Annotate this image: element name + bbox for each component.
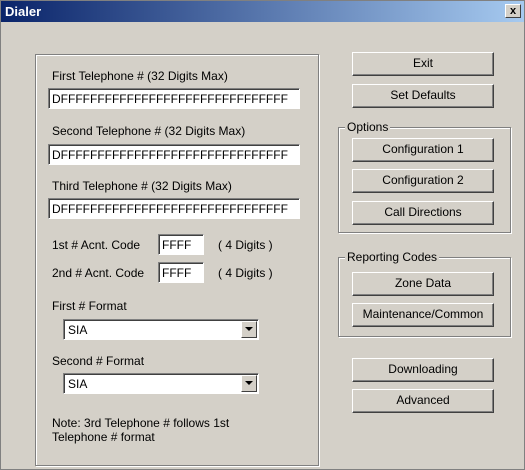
first-format-label: First # Format <box>52 299 127 313</box>
downloading-button[interactable]: Downloading <box>352 358 494 382</box>
second-account-code-input[interactable]: FFFF <box>158 262 204 283</box>
options-legend: Options <box>345 120 391 134</box>
second-format-value: SIA <box>68 377 88 391</box>
configuration-1-button[interactable]: Configuration 1 <box>352 138 494 162</box>
zone-data-button[interactable]: Zone Data <box>352 272 494 296</box>
second-telephone-input[interactable]: DFFFFFFFFFFFFFFFFFFFFFFFFFFFFFFF <box>48 144 300 165</box>
dialer-window: Dialer x First Telephone # (32 Digits Ma… <box>0 0 525 470</box>
title-bar[interactable]: Dialer x <box>1 1 524 22</box>
second-account-code-label: 2nd # Acnt. Code <box>52 266 145 280</box>
first-telephone-input[interactable]: DFFFFFFFFFFFFFFFFFFFFFFFFFFFFFFF <box>48 88 300 109</box>
first-account-code-hint: ( 4 Digits ) <box>218 238 273 252</box>
exit-button[interactable]: Exit <box>352 52 494 76</box>
advanced-button[interactable]: Advanced <box>352 389 494 413</box>
chevron-down-icon[interactable] <box>241 375 257 392</box>
first-format-select[interactable]: SIA <box>63 319 259 340</box>
window-title: Dialer <box>5 4 42 19</box>
third-telephone-label: Third Telephone # (32 Digits Max) <box>52 179 232 193</box>
telephone-settings-group <box>35 54 319 466</box>
close-button[interactable]: x <box>505 4 521 18</box>
chevron-down-icon[interactable] <box>241 321 257 338</box>
maintenance-common-button[interactable]: Maintenance/Common <box>352 303 494 327</box>
first-account-code-label: 1st # Acnt. Code <box>52 238 141 252</box>
set-defaults-button[interactable]: Set Defaults <box>352 84 494 108</box>
third-telephone-input[interactable]: DFFFFFFFFFFFFFFFFFFFFFFFFFFFFFFF <box>48 198 300 219</box>
call-directions-button[interactable]: Call Directions <box>352 201 494 225</box>
first-account-code-input[interactable]: FFFF <box>158 234 204 255</box>
reporting-codes-legend: Reporting Codes <box>345 250 440 264</box>
second-format-label: Second # Format <box>52 354 145 368</box>
first-format-value: SIA <box>68 323 88 337</box>
second-format-select[interactable]: SIA <box>63 373 259 394</box>
first-telephone-label: First Telephone # (32 Digits Max) <box>52 69 228 83</box>
second-telephone-label: Second Telephone # (32 Digits Max) <box>52 124 246 138</box>
configuration-2-button[interactable]: Configuration 2 <box>352 169 494 193</box>
second-account-code-hint: ( 4 Digits ) <box>218 266 273 280</box>
format-note: Note: 3rd Telephone # follows 1st Teleph… <box>52 416 230 444</box>
